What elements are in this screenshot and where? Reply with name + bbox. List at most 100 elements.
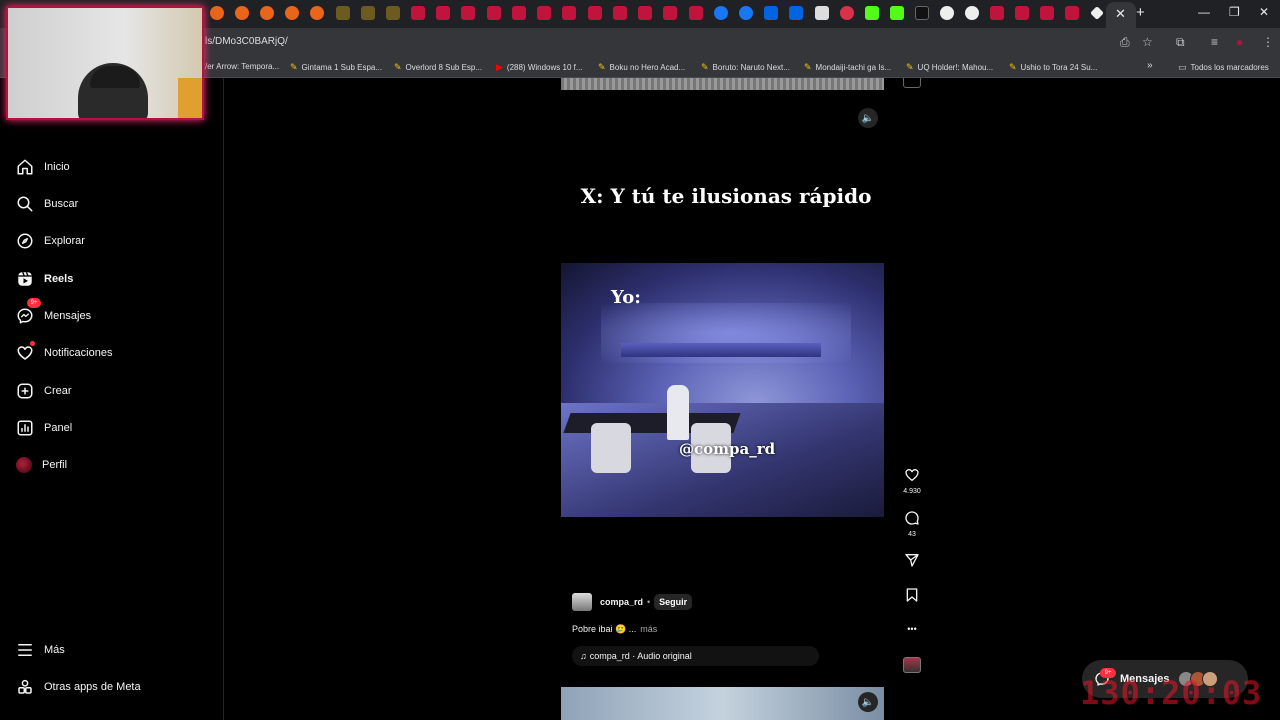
url-field[interactable]: ls/DMo3C0BARjQ/ — [205, 36, 288, 47]
tab-favicon[interactable] — [990, 6, 1004, 20]
tab-favicon[interactable] — [235, 6, 249, 20]
stage-platform — [621, 343, 821, 357]
new-tab-button[interactable]: + — [1136, 4, 1145, 21]
bookmark-item[interactable]: ✎ UQ Holder!: Mahou... — [906, 62, 993, 73]
tab-favicon[interactable] — [1090, 6, 1104, 20]
extensions-icon[interactable]: ⧉ — [1176, 35, 1185, 50]
video-watermark: @compa_rd — [679, 440, 776, 458]
tab-favicon[interactable] — [689, 6, 703, 20]
messages-badge: 9+ — [27, 298, 41, 308]
tab-favicon[interactable] — [890, 6, 904, 20]
sidebar-item-reels[interactable]: Reels — [16, 267, 73, 291]
standing-person — [667, 385, 689, 440]
bookmark-item[interactable]: ✎ Boruto: Naruto Next... — [701, 62, 790, 73]
tab-favicon[interactable] — [461, 6, 475, 20]
tab-favicon[interactable] — [865, 6, 879, 20]
tab-favicon[interactable] — [210, 6, 224, 20]
tab-favicon[interactable] — [714, 6, 728, 20]
tab-favicon[interactable] — [386, 6, 400, 20]
tab-favicon[interactable] — [663, 6, 677, 20]
comment-button[interactable]: 43 — [900, 510, 924, 538]
restore-button[interactable]: ❐ — [1229, 5, 1240, 19]
avatar[interactable] — [572, 593, 592, 611]
tab-favicon[interactable] — [739, 6, 753, 20]
sidebar-item-meta-apps[interactable]: Otras apps de Meta — [16, 675, 141, 699]
tab-favicon[interactable] — [487, 6, 501, 20]
tab-favicon[interactable] — [562, 6, 576, 20]
bookmark-item[interactable]: ✎ Gintama 1 Sub Espa... — [290, 62, 382, 73]
bookmark-item[interactable]: /er Arrow: Tempora... — [205, 62, 279, 71]
tab-favicon[interactable] — [815, 6, 829, 20]
like-button[interactable]: 4.930 — [900, 467, 924, 495]
caster-chair — [591, 423, 631, 473]
previous-reel-audio-thumb[interactable] — [903, 78, 921, 88]
sidebar-item-buscar[interactable]: Buscar — [16, 192, 78, 216]
tab-favicon[interactable] — [285, 6, 299, 20]
sidebar-item-label: Mensajes — [44, 310, 92, 322]
audio-thumbnail[interactable] — [903, 657, 921, 673]
previous-reel-video[interactable] — [561, 78, 884, 90]
pen-icon: ✎ — [394, 62, 402, 72]
sidebar-item-panel[interactable]: Panel — [16, 416, 72, 440]
gaming-chair — [178, 78, 202, 118]
bookmark-item[interactable]: ✎ Mondaiji-tachi ga Is... — [804, 62, 891, 73]
streamer-cap — [90, 66, 140, 88]
tab-favicon[interactable] — [915, 6, 929, 20]
browser-menu-icon[interactable]: ⋮ — [1262, 35, 1274, 49]
tab-favicon[interactable] — [260, 6, 274, 20]
reel-video[interactable]: Yo: @compa_rd — [561, 263, 884, 517]
all-bookmarks-folder[interactable]: ▭ Todos los marcadores — [1178, 62, 1269, 73]
minimize-button[interactable]: — — [1198, 5, 1210, 19]
tab-favicon[interactable] — [789, 6, 803, 20]
bookmark-star-icon[interactable]: ☆ — [1142, 35, 1153, 49]
tab-favicon[interactable] — [764, 6, 778, 20]
author-username[interactable]: compa_rd — [600, 597, 643, 607]
sidebar-item-mensajes[interactable]: 9+ Mensajes — [16, 298, 92, 328]
sidebar-item-crear[interactable]: Crear — [16, 379, 72, 403]
bookmark-item[interactable]: ✎ Boku no Hero Acad... — [598, 62, 685, 73]
audio-label: compa_rd · Audio original — [589, 651, 692, 661]
tab-favicon[interactable] — [588, 6, 602, 20]
mute-button[interactable]: 🔈 — [858, 692, 878, 712]
tab-favicon[interactable] — [310, 6, 324, 20]
profile-avatar-icon[interactable]: ● — [1236, 35, 1243, 49]
bookmark-icon — [906, 588, 918, 602]
tab-favicon[interactable] — [940, 6, 954, 20]
more-options-button[interactable]: ••• — [900, 624, 924, 634]
save-button[interactable] — [900, 587, 924, 608]
tab-favicon[interactable] — [1065, 6, 1079, 20]
sidebar-item-explorar[interactable]: Explorar — [16, 229, 85, 253]
audio-link[interactable]: ♫ compa_rd · Audio original — [572, 646, 819, 666]
tab-favicon[interactable] — [965, 6, 979, 20]
sidebar-item-perfil[interactable]: Perfil — [16, 453, 67, 477]
install-app-icon[interactable]: ⎙ — [1120, 35, 1130, 50]
mute-button[interactable]: 🔈 — [858, 108, 878, 128]
more-link[interactable]: más — [640, 624, 657, 634]
bookmark-item[interactable]: ▶ (288) Windows 10 f... — [496, 62, 583, 73]
media-control-icon[interactable]: ≡ — [1211, 35, 1218, 49]
tab-favicon[interactable] — [638, 6, 652, 20]
close-tab-icon[interactable]: ✕ — [1115, 6, 1126, 22]
active-tab[interactable]: ✕ — [1106, 2, 1136, 28]
sidebar-item-mas[interactable]: Más — [16, 638, 65, 662]
tab-favicon[interactable] — [840, 6, 854, 20]
tab-favicon[interactable] — [537, 6, 551, 20]
tab-favicon[interactable] — [1040, 6, 1054, 20]
bookmarks-overflow-button[interactable]: » — [1147, 60, 1153, 71]
next-reel-video[interactable] — [561, 687, 884, 720]
bookmark-item[interactable]: ✎ Overlord 8 Sub Esp... — [394, 62, 482, 73]
bookmark-item[interactable]: ✎ Ushio to Tora 24 Su... — [1009, 62, 1097, 73]
pen-icon: ✎ — [1009, 62, 1017, 72]
follow-button[interactable]: Seguir — [654, 594, 693, 610]
tab-favicon[interactable] — [336, 6, 350, 20]
tab-favicon[interactable] — [361, 6, 375, 20]
tab-favicon[interactable] — [613, 6, 627, 20]
tab-favicon[interactable] — [512, 6, 526, 20]
tab-favicon[interactable] — [1015, 6, 1029, 20]
close-window-button[interactable]: ✕ — [1259, 5, 1269, 19]
sidebar-item-inicio[interactable]: Inicio — [16, 155, 70, 179]
tab-favicon[interactable] — [411, 6, 425, 20]
share-button[interactable] — [900, 552, 924, 573]
tab-favicon[interactable] — [436, 6, 450, 20]
sidebar-item-notificaciones[interactable]: Notificaciones — [16, 341, 112, 365]
